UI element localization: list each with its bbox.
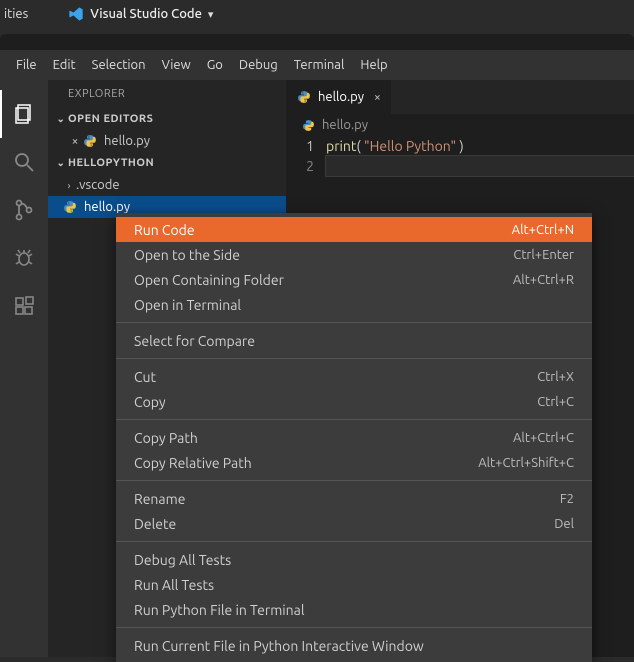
tree-file-name: hello.py [84,200,130,214]
context-menu-item[interactable]: Run Python File in Terminal [116,597,592,622]
context-menu-item[interactable]: Rename F2 [116,486,592,511]
context-menu-item[interactable]: Open Containing Folder Alt+Ctrl+R [116,267,592,292]
open-editors-header[interactable]: ⌄ OPEN EDITORS [48,108,286,130]
context-menu-label: Run Python File in Terminal [134,602,305,618]
activity-scm-icon[interactable] [0,186,48,234]
chevron-right-icon: › [62,180,76,191]
context-menu-label: Copy [134,394,166,410]
menu-terminal[interactable]: Terminal [286,58,353,72]
context-menu-shortcut: Alt+Ctrl+R [513,273,574,287]
activities-label[interactable]: ities [4,7,28,21]
context-menu-label: Debug All Tests [134,552,231,568]
window-top-edge [0,34,634,50]
menu-separator [116,480,592,481]
code-editor[interactable]: 1 2 print( "Hello Python" ) [286,136,634,176]
dropdown-arrow-icon[interactable]: ▾ [208,8,214,21]
open-editor-name: hello.py [104,134,150,148]
chevron-down-icon: ⌄ [54,113,68,125]
breadcrumb-file: hello.py [322,118,368,132]
context-menu-label: Copy Relative Path [134,455,252,471]
context-menu-shortcut: Alt+Ctrl+Shift+C [478,456,574,470]
line-number: 2 [286,156,314,176]
menu-separator [116,541,592,542]
context-menu-item[interactable]: Copy Path Alt+Ctrl+C [116,425,592,450]
context-menu-item[interactable]: Cut Ctrl+X [116,364,592,389]
close-icon[interactable]: × [68,135,82,148]
context-menu-item[interactable]: Run All Tests [116,572,592,597]
open-editor-item[interactable]: × hello.py [48,130,286,152]
menu-view[interactable]: View [154,58,199,72]
breadcrumb[interactable]: hello.py [286,114,634,136]
context-menu-item[interactable]: Delete Del [116,511,592,536]
context-menu-item[interactable]: Debug All Tests [116,547,592,572]
context-menu-label: Open in Terminal [134,297,241,313]
context-menu-label: Run All Tests [134,577,214,593]
context-menu-item[interactable]: Open to the Side Ctrl+Enter [116,242,592,267]
context-menu-label: Open Containing Folder [134,272,284,288]
python-file-icon [300,117,316,133]
python-file-icon [296,89,312,105]
code-content[interactable]: print( "Hello Python" ) [326,136,634,176]
menubar: File Edit Selection View Go Debug Termin… [0,50,634,80]
activity-bar [0,80,48,657]
python-file-icon [82,133,98,149]
context-menu-item[interactable]: Open in Terminal [116,292,592,317]
chevron-down-icon: ⌄ [54,157,68,169]
context-menu-shortcut: Ctrl+X [537,370,574,384]
line-gutter: 1 2 [286,136,326,176]
context-menu-label: Run Current File in Python Interactive W… [134,638,424,654]
context-menu-label: Select for Compare [134,333,255,349]
context-menu-label: Run Code [134,222,195,238]
python-file-icon [62,199,78,215]
context-menu-label: Rename [134,491,185,507]
sidebar-title: EXPLORER [48,80,286,108]
context-menu-item[interactable]: Select for Compare [116,328,592,353]
folder-name: .vscode [76,178,120,192]
os-titlebar: ities Visual Studio Code ▾ [0,0,634,28]
context-menu-shortcut: Ctrl+C [537,395,574,409]
menu-separator [116,322,592,323]
activity-search-icon[interactable] [0,138,48,186]
context-menu-item[interactable]: Run Current File in Python Interactive W… [116,633,592,658]
context-menu: Run Code Alt+Ctrl+N Open to the Side Ctrl+E… [116,213,592,662]
line-number: 1 [286,136,314,156]
menu-debug[interactable]: Debug [231,58,286,72]
activity-extensions-icon[interactable] [0,282,48,330]
workspace-header[interactable]: ⌄ HELLOPYTHON [48,152,286,174]
context-menu-shortcut: Ctrl+Enter [513,248,574,262]
context-menu-item[interactable]: Run Code Alt+Ctrl+N [116,217,592,242]
app-title[interactable]: Visual Studio Code [90,7,202,21]
context-menu-label: Open to the Side [134,247,240,263]
menu-separator [116,419,592,420]
close-icon[interactable]: × [374,91,381,104]
menu-separator [116,627,592,628]
context-menu-label: Copy Path [134,430,198,446]
context-menu-item[interactable]: Copy Relative Path Alt+Ctrl+Shift+C [116,450,592,475]
menu-selection[interactable]: Selection [84,58,154,72]
context-menu-label: Delete [134,516,176,532]
tree-folder[interactable]: › .vscode [48,174,286,196]
menu-file[interactable]: File [8,58,45,72]
context-menu-label: Cut [134,369,156,385]
menu-go[interactable]: Go [199,58,231,72]
context-menu-item[interactable]: Copy Ctrl+C [116,389,592,414]
context-menu-shortcut: Alt+Ctrl+N [512,223,574,237]
menu-help[interactable]: Help [352,58,395,72]
context-menu-shortcut: Del [554,517,574,531]
activity-debug-icon[interactable] [0,234,48,282]
vscode-icon [68,6,84,22]
menu-separator [116,358,592,359]
activity-explorer-icon[interactable] [0,90,48,138]
menu-edit[interactable]: Edit [45,58,84,72]
tab-label: hello.py [318,90,364,104]
tab-hello-py[interactable]: hello.py × [286,80,392,114]
context-menu-shortcut: Alt+Ctrl+C [513,431,574,445]
context-menu-shortcut: F2 [560,492,574,506]
tab-strip: hello.py × [286,80,634,114]
